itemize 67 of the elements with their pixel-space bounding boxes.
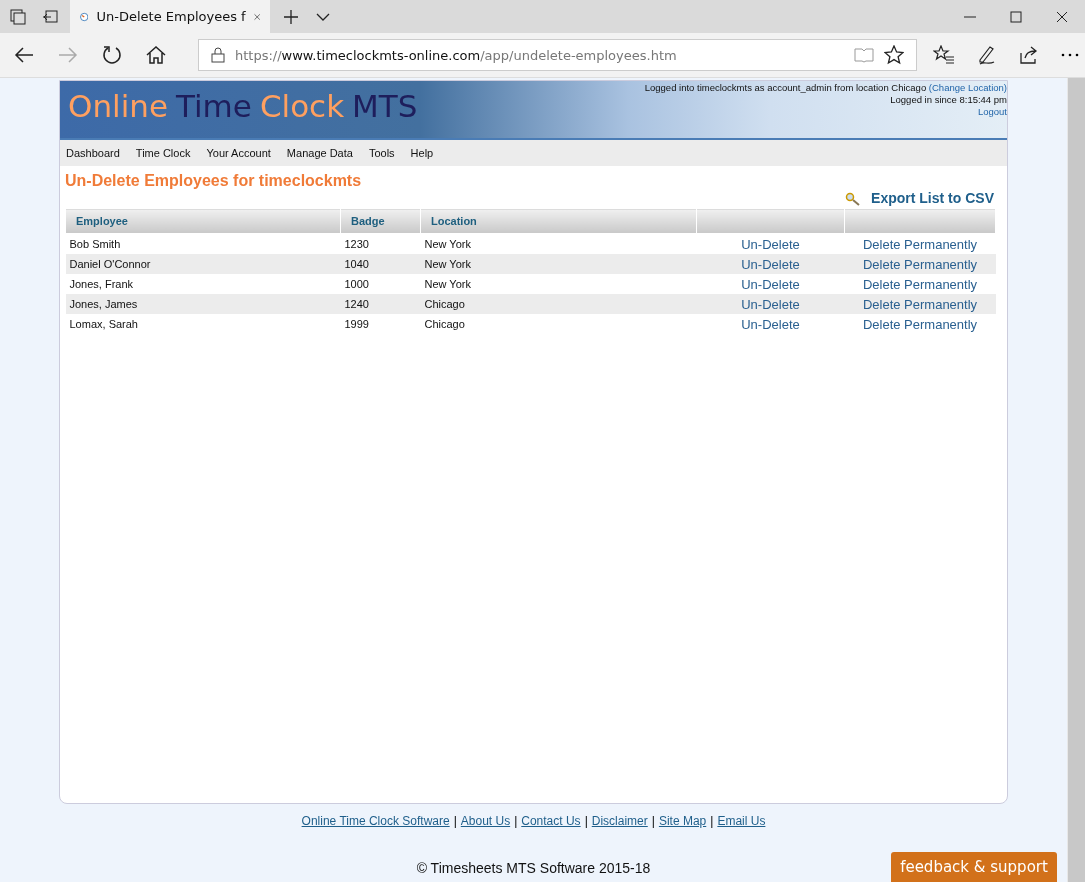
column-header[interactable]: Badge — [340, 208, 421, 234]
delete-permanently-link[interactable]: Delete Permanently — [862, 316, 978, 332]
export-csv-link[interactable]: Export List to CSV — [871, 190, 994, 206]
table-cell: Jones, James — [65, 294, 341, 314]
delete-permanently-link[interactable]: Delete Permanently — [862, 236, 978, 252]
menu-item[interactable]: Help — [410, 147, 434, 159]
menu-item[interactable]: Tools — [368, 147, 395, 159]
tabs-aside-icon[interactable] — [10, 8, 26, 25]
separator: | — [651, 814, 655, 829]
footer-link[interactable]: Contact Us — [521, 814, 581, 829]
table-cell: Bob Smith — [65, 233, 341, 254]
table-cell: 1000 — [340, 274, 421, 294]
table-cell: Chicago — [420, 314, 697, 334]
table-cell: New York — [420, 274, 697, 294]
table-cell: Lomax, Sarah — [65, 314, 341, 334]
menu-item[interactable]: Time Clock — [135, 147, 191, 159]
footer-link[interactable]: Email Us — [717, 814, 766, 829]
lock-icon — [211, 47, 225, 63]
footer-link[interactable]: Disclaimer — [591, 814, 648, 829]
column-header[interactable]: Location — [420, 208, 697, 234]
separator: | — [453, 814, 457, 829]
maximize-icon[interactable] — [1010, 10, 1022, 23]
back-arrow-icon[interactable] — [14, 46, 34, 64]
scrollbar[interactable] — [1067, 78, 1085, 882]
more-icon[interactable] — [1061, 53, 1079, 57]
table-cell: 1240 — [340, 294, 421, 314]
table-cell: 1230 — [340, 233, 421, 254]
new-tab-icon[interactable] — [284, 9, 298, 24]
table-cell: 1040 — [340, 254, 421, 274]
browser-tab[interactable]: Un-Delete Employees f — [70, 0, 270, 33]
login-status: Logged into timeclockmts as account_admin from location Chicago — [644, 82, 927, 93]
feedback-button[interactable]: feedback & support — [891, 852, 1057, 882]
footer-link[interactable]: Site Map — [658, 814, 707, 829]
separator: | — [584, 814, 588, 829]
magnifier-icon — [845, 192, 862, 206]
column-header[interactable]: Employee — [65, 208, 341, 234]
set-aside-tabs-icon[interactable] — [42, 8, 58, 25]
table-cell: Daniel O'Connor — [65, 254, 341, 274]
menu-item[interactable]: Manage Data — [286, 147, 353, 159]
undelete-link[interactable]: Un-Delete — [741, 236, 800, 252]
home-icon[interactable] — [146, 46, 166, 64]
footer-link[interactable]: Online Time Clock Software — [301, 814, 450, 829]
undelete-link[interactable]: Un-Delete — [741, 276, 800, 292]
table-cell: Chicago — [420, 294, 697, 314]
separator: | — [710, 814, 714, 829]
pen-icon[interactable] — [977, 45, 997, 65]
footer-link[interactable]: About Us — [460, 814, 511, 829]
copyright: © Timesheets MTS Software 2015-18 — [416, 860, 651, 876]
undelete-link[interactable]: Un-Delete — [741, 316, 800, 332]
share-icon[interactable] — [1019, 45, 1039, 65]
table-cell: 1999 — [340, 314, 421, 334]
menu-item[interactable]: Dashboard — [66, 147, 120, 159]
table-cell: New York — [420, 233, 697, 254]
delete-permanently-link[interactable]: Delete Permanently — [862, 276, 978, 292]
menu-item[interactable]: Your Account — [206, 147, 271, 159]
login-time: Logged in since 8:15:44 pm — [889, 94, 1007, 106]
table-cell: Jones, Frank — [65, 274, 341, 294]
separator: | — [514, 814, 518, 829]
change-location-link[interactable]: (Change Location) — [928, 82, 1007, 93]
table-cell: New York — [420, 254, 697, 274]
address-bar[interactable]: https://www.timeclockmts-online.com/app/undelete-employees.htm — [198, 39, 917, 71]
favorites-list-icon[interactable] — [933, 45, 955, 65]
star-icon[interactable] — [884, 45, 904, 65]
logout-link[interactable]: Logout — [977, 106, 1007, 117]
close-icon[interactable] — [1056, 10, 1068, 23]
refresh-icon[interactable] — [102, 45, 122, 65]
page-title: Un-Delete Employees for timeclockmts — [65, 172, 363, 190]
